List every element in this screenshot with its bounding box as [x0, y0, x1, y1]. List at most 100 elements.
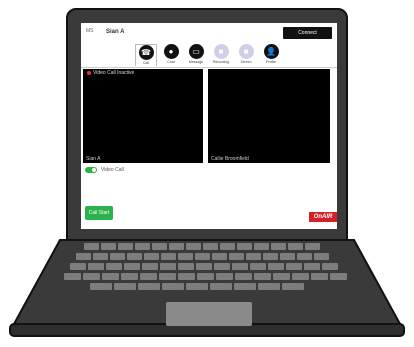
- remote-participant-name: Callie Broomfield: [211, 156, 249, 162]
- keyboard-key[interactable]: [178, 263, 194, 270]
- keyboard-key[interactable]: [110, 253, 125, 260]
- touchpad[interactable]: [166, 302, 252, 326]
- keyboard-key[interactable]: [114, 283, 136, 290]
- keyboard-key[interactable]: [93, 253, 108, 260]
- keyboard-key[interactable]: [258, 283, 280, 290]
- keyboard-key[interactable]: [124, 263, 140, 270]
- keyboard-key[interactable]: [178, 253, 193, 260]
- keyboard-key[interactable]: [83, 273, 100, 280]
- onair-badge: OnAIR: [309, 212, 337, 222]
- keyboard-key[interactable]: [330, 273, 347, 280]
- keyboard-key[interactable]: [254, 243, 269, 250]
- app-screen: MS Sian A Connect ☎ Call ● Chat ▭ Messag…: [81, 23, 337, 229]
- keyboard-key[interactable]: [268, 263, 284, 270]
- keyboard-key[interactable]: [235, 273, 252, 280]
- keyboard-key[interactable]: [169, 243, 184, 250]
- connect-button[interactable]: Connect: [283, 27, 332, 39]
- keyboard-key[interactable]: [64, 273, 81, 280]
- keyboard-key[interactable]: [311, 273, 328, 280]
- keyboard-key[interactable]: [144, 253, 159, 260]
- keyboard-key[interactable]: [70, 263, 86, 270]
- keyboard-key[interactable]: [186, 243, 201, 250]
- local-participant-name: Sian A: [86, 156, 101, 162]
- keyboard-key[interactable]: [273, 273, 290, 280]
- keyboard-key[interactable]: [246, 253, 261, 260]
- keyboard-key[interactable]: [160, 263, 176, 270]
- keyboard-key[interactable]: [220, 243, 235, 250]
- keyboard-key[interactable]: [152, 243, 167, 250]
- keyboard-key[interactable]: [232, 263, 248, 270]
- keyboard-key[interactable]: [286, 263, 302, 270]
- keyboard-key[interactable]: [280, 253, 295, 260]
- keyboard-key[interactable]: [178, 273, 195, 280]
- video-status: Video Call Inactive: [87, 70, 134, 76]
- tool-call[interactable]: ☎ Call: [135, 44, 157, 66]
- keyboard-key[interactable]: [271, 243, 286, 250]
- keyboard-key[interactable]: [197, 273, 214, 280]
- keyboard-key[interactable]: [254, 273, 271, 280]
- keyboard: [60, 243, 355, 295]
- keyboard-key[interactable]: [140, 273, 157, 280]
- call-start-button[interactable]: Call Start: [85, 206, 113, 220]
- keyboard-key[interactable]: [305, 243, 320, 250]
- keyboard-key[interactable]: [102, 273, 119, 280]
- tool-message[interactable]: ▭ Message: [185, 44, 207, 66]
- keyboard-key[interactable]: [142, 263, 158, 270]
- keyboard-key[interactable]: [195, 253, 210, 260]
- tool-call-label: Call: [142, 61, 150, 65]
- video-call-toggle-label: Video Call: [101, 167, 124, 173]
- video-panel-local: Video Call Inactive Sian A: [83, 69, 203, 163]
- tool-recording-label: Recording: [213, 60, 229, 64]
- keyboard-key[interactable]: [138, 283, 160, 290]
- keyboard-key[interactable]: [84, 243, 99, 250]
- keyboard-key[interactable]: [229, 253, 244, 260]
- keyboard-key[interactable]: [127, 253, 142, 260]
- keyboard-key[interactable]: [250, 263, 266, 270]
- tool-screen[interactable]: ■ Screen: [235, 44, 257, 66]
- user-icon: 👤: [263, 44, 279, 59]
- keyboard-key[interactable]: [135, 243, 150, 250]
- screen-icon: ■: [238, 44, 254, 59]
- keyboard-key[interactable]: [186, 283, 208, 290]
- tool-profile-label: Profile: [266, 60, 276, 64]
- keyboard-key[interactable]: [263, 253, 278, 260]
- keyboard-key[interactable]: [322, 263, 338, 270]
- record-icon: ■: [213, 44, 229, 59]
- keyboard-key[interactable]: [212, 253, 227, 260]
- keyboard-key[interactable]: [288, 243, 303, 250]
- keyboard-key[interactable]: [203, 243, 218, 250]
- keyboard-key[interactable]: [214, 263, 230, 270]
- status-dot-icon: [87, 70, 91, 75]
- keyboard-key[interactable]: [76, 253, 91, 260]
- keyboard-key[interactable]: [196, 263, 212, 270]
- keyboard-key[interactable]: [106, 263, 122, 270]
- tool-chat-label: Chat: [167, 60, 175, 64]
- keyboard-key[interactable]: [159, 273, 176, 280]
- tool-screen-label: Screen: [240, 60, 252, 64]
- video-call-toggle[interactable]: [85, 167, 97, 173]
- keyboard-key[interactable]: [161, 253, 176, 260]
- keyboard-key[interactable]: [282, 283, 304, 290]
- keyboard-key[interactable]: [234, 283, 256, 290]
- keyboard-key[interactable]: [121, 273, 138, 280]
- message-icon: ▭: [188, 44, 204, 59]
- keyboard-key[interactable]: [304, 263, 320, 270]
- keyboard-key[interactable]: [237, 243, 252, 250]
- chat-icon: ●: [163, 44, 179, 59]
- keyboard-key[interactable]: [297, 253, 312, 260]
- tool-chat[interactable]: ● Chat: [160, 44, 182, 66]
- avatar[interactable]: MS: [86, 28, 96, 36]
- keyboard-key[interactable]: [216, 273, 233, 280]
- tool-recording[interactable]: ■ Recording: [210, 44, 232, 66]
- keyboard-key[interactable]: [88, 263, 104, 270]
- keyboard-key[interactable]: [101, 243, 116, 250]
- keyboard-key[interactable]: [292, 273, 309, 280]
- keyboard-key[interactable]: [210, 283, 232, 290]
- keyboard-key[interactable]: [314, 253, 329, 260]
- keyboard-key[interactable]: [90, 283, 112, 290]
- toolbar: ☎ Call ● Chat ▭ Message ■ Recording ■ Sc…: [135, 43, 295, 68]
- user-name: Sian A: [106, 29, 125, 35]
- tool-profile[interactable]: 👤 Profile: [260, 44, 282, 66]
- keyboard-key[interactable]: [118, 243, 133, 250]
- keyboard-key[interactable]: [162, 283, 184, 290]
